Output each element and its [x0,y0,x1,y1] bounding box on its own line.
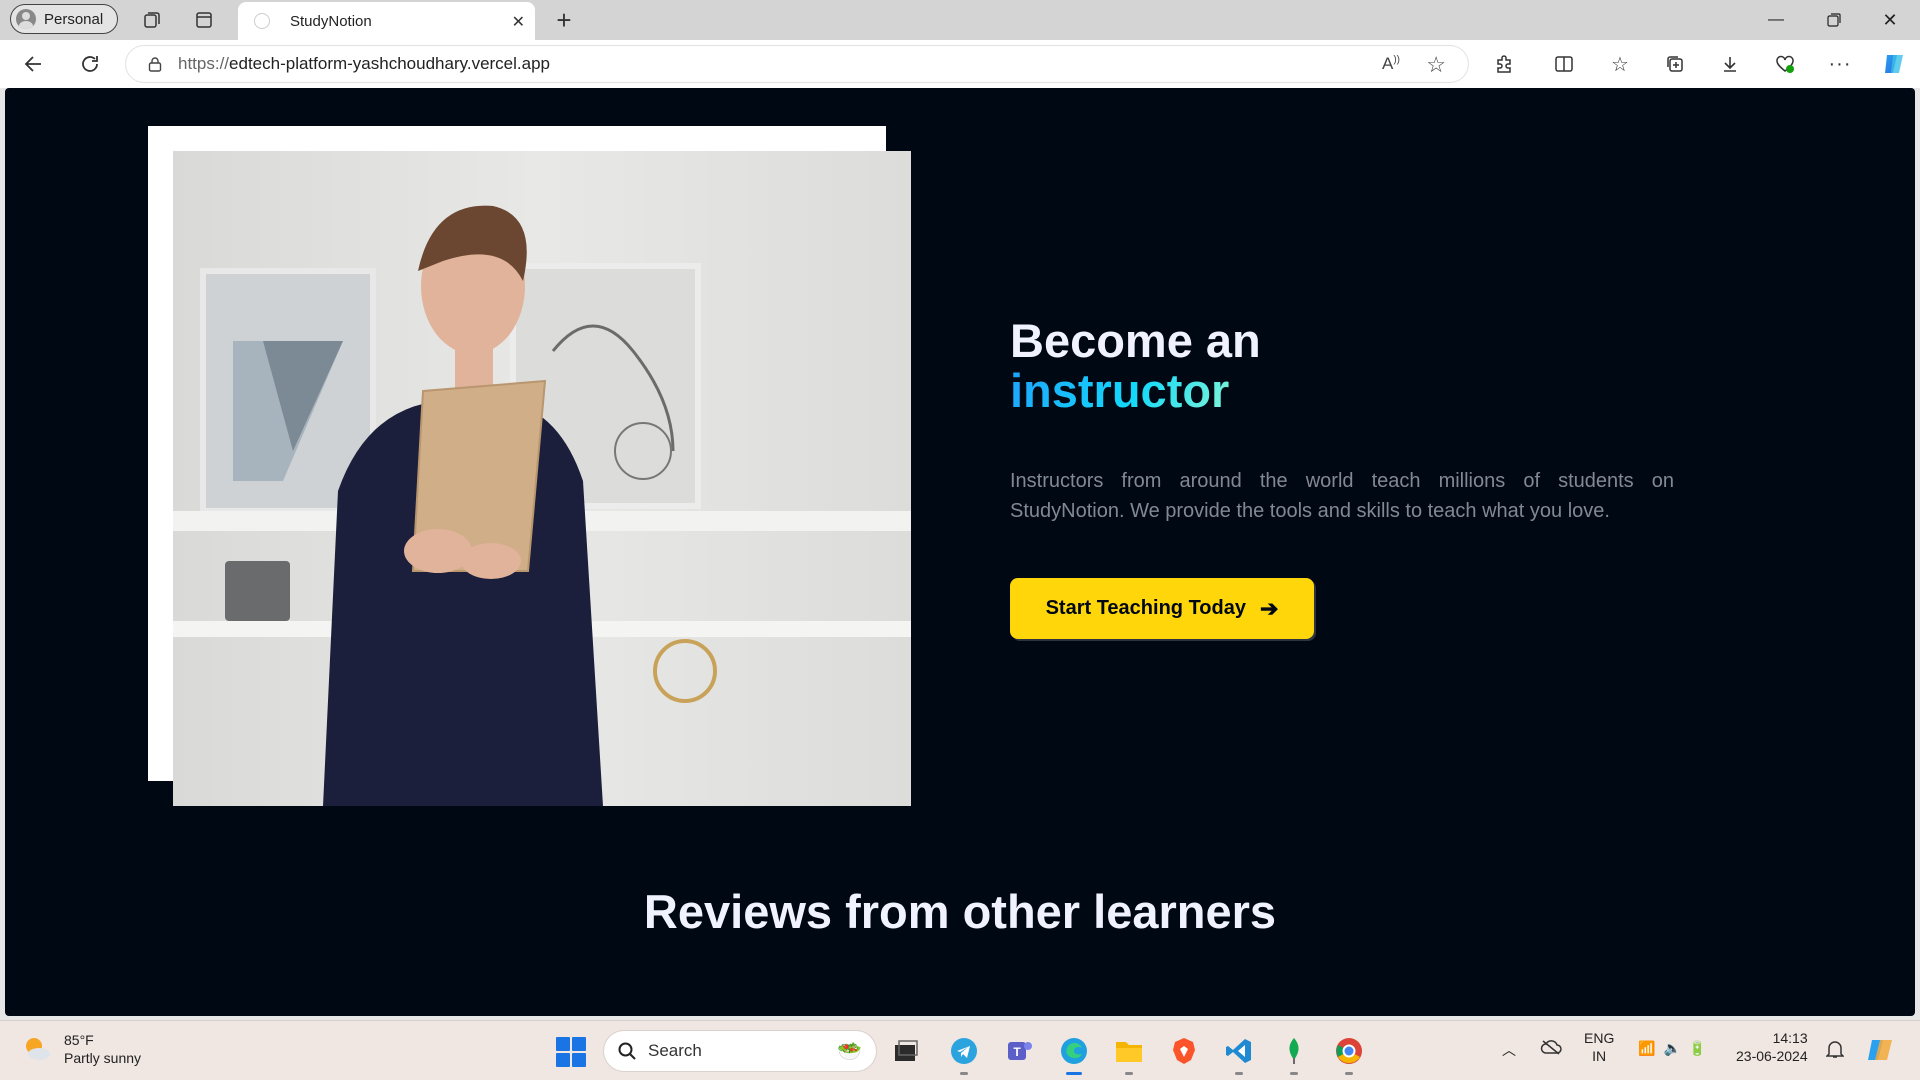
collections-icon[interactable] [1659,48,1691,80]
url-text[interactable]: https://edtech-platform-yashchoudhary.ve… [178,54,550,74]
favorite-star-icon[interactable]: ☆ [1426,52,1446,78]
new-tab-icon[interactable]: + [548,4,580,36]
language-indicator[interactable]: ENG IN [1584,1029,1614,1065]
teams-icon[interactable]: T [1001,1033,1037,1069]
clock-time: 14:13 [1772,1030,1808,1046]
headline-text: Become an [1010,314,1261,367]
close-tab-icon[interactable]: ✕ [512,12,525,32]
brave-icon[interactable] [1166,1033,1202,1069]
tab-favicon [254,13,270,29]
browser-toolbar: https://edtech-platform-yashchoudhary.ve… [0,40,1920,88]
extensions-icon[interactable] [1488,48,1520,80]
arrow-right-icon: ➔ [1259,595,1279,621]
onedrive-offline-icon[interactable] [1540,1039,1562,1059]
search-icon [618,1042,636,1060]
browser-tabstrip: Personal StudyNotion ✕ + — ✕ [0,0,1920,40]
battery-icon: 🔋 [1688,1040,1707,1056]
restore-icon[interactable] [1806,0,1862,40]
weather-temp: 85°F [64,1032,94,1048]
taskbar-search[interactable]: Search 🥗 [604,1031,876,1071]
partly-sunny-icon [20,1033,52,1065]
favorites-icon[interactable]: ☆ [1604,48,1636,80]
tab-studynotion[interactable]: StudyNotion ✕ [238,2,535,40]
search-placeholder: Search [648,1041,702,1060]
browser-essentials-icon[interactable] [1769,48,1801,80]
volume-icon: 🔈 [1663,1040,1681,1056]
telegram-icon[interactable] [946,1033,982,1075]
search-highlight-icon: 🥗 [837,1041,862,1063]
refresh-icon[interactable] [74,48,106,80]
read-aloud-icon[interactable]: A)) [1382,54,1400,74]
svg-text:T: T [1013,1045,1021,1059]
workspaces-icon[interactable] [136,4,168,36]
weather-desc: Partly sunny [64,1050,142,1066]
hero-description: Instructors from around the world teach … [1010,470,1674,522]
studynotion-page: Become an instructor Instructors from ar… [5,88,1915,1016]
lock-icon[interactable] [148,56,162,72]
reviews-heading: Reviews from other learners [643,885,1277,938]
start-button[interactable] [556,1037,586,1067]
instructor-image [173,151,911,806]
edge-icon[interactable] [1056,1033,1092,1075]
minimize-icon[interactable]: — [1748,0,1804,40]
show-hidden-icons[interactable]: ︿ [1502,1041,1516,1059]
avatar [16,9,36,29]
profile-button[interactable]: Personal [10,4,118,34]
address-bar[interactable]: https://edtech-platform-yashchoudhary.ve… [126,46,1468,82]
clock[interactable]: 14:13 23-06-2024 [1736,1029,1808,1065]
weather-widget[interactable]: 85°F Partly sunny [20,1031,141,1067]
chrome-icon[interactable] [1331,1033,1367,1075]
hero-headline: Become an instructor [1010,316,1261,416]
copilot-taskbar-icon[interactable] [1866,1035,1896,1069]
split-screen-icon[interactable] [1548,48,1580,80]
vscode-icon[interactable] [1221,1033,1257,1075]
notifications-icon[interactable] [1825,1039,1845,1063]
more-icon[interactable]: ··· [1824,48,1856,80]
tab-title: StudyNotion [290,12,372,30]
clock-date: 23-06-2024 [1736,1048,1808,1064]
file-explorer-icon[interactable] [1111,1033,1147,1075]
headline-accent: instructor [1010,366,1261,416]
wifi-icon: 📶 [1638,1040,1656,1056]
taskbar: 85°F Partly sunny Search 🥗 T ︿ ENG IN 📶 … [0,1020,1920,1080]
tab-actions-icon[interactable] [188,4,220,36]
task-view-icon[interactable] [888,1033,924,1069]
mongodb-icon[interactable] [1276,1033,1312,1075]
quick-settings[interactable]: 📶 🔈 🔋 [1638,1039,1706,1057]
cta-label: Start Teaching Today [1045,597,1246,619]
downloads-icon[interactable] [1714,48,1746,80]
copilot-icon[interactable] [1878,48,1910,80]
back-icon[interactable] [18,48,50,80]
start-teaching-button[interactable]: Start Teaching Today ➔ [1010,578,1314,639]
close-window-icon[interactable]: ✕ [1862,0,1918,40]
profile-label: Personal [44,10,104,28]
